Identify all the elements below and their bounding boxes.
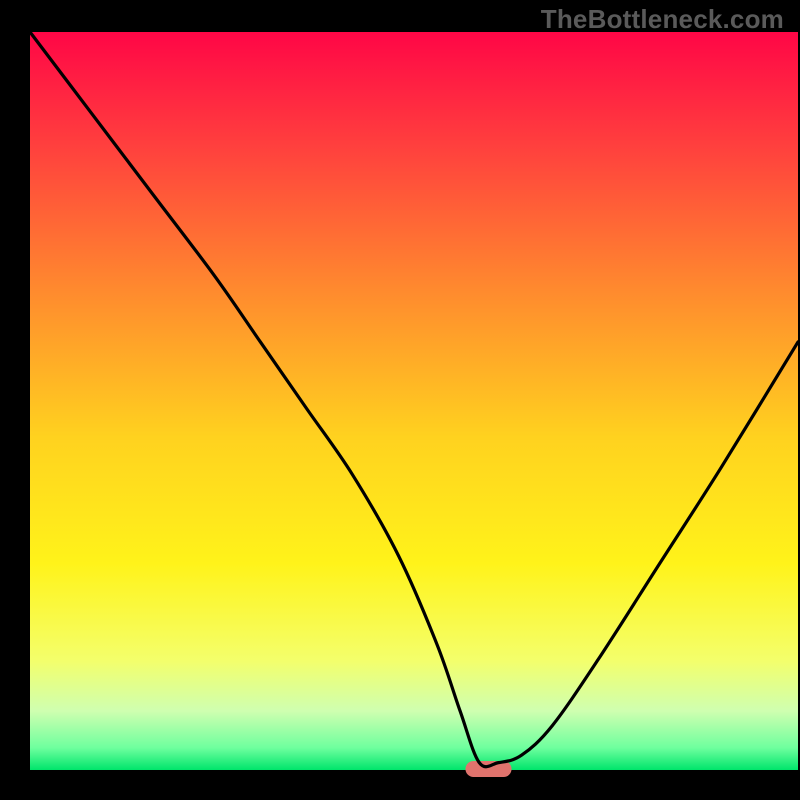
- bottleneck-chart: [0, 0, 800, 800]
- chart-container: TheBottleneck.com: [0, 0, 800, 800]
- plot-background: [30, 32, 798, 770]
- watermark-text: TheBottleneck.com: [541, 4, 784, 35]
- optimal-zone-marker: [465, 761, 511, 777]
